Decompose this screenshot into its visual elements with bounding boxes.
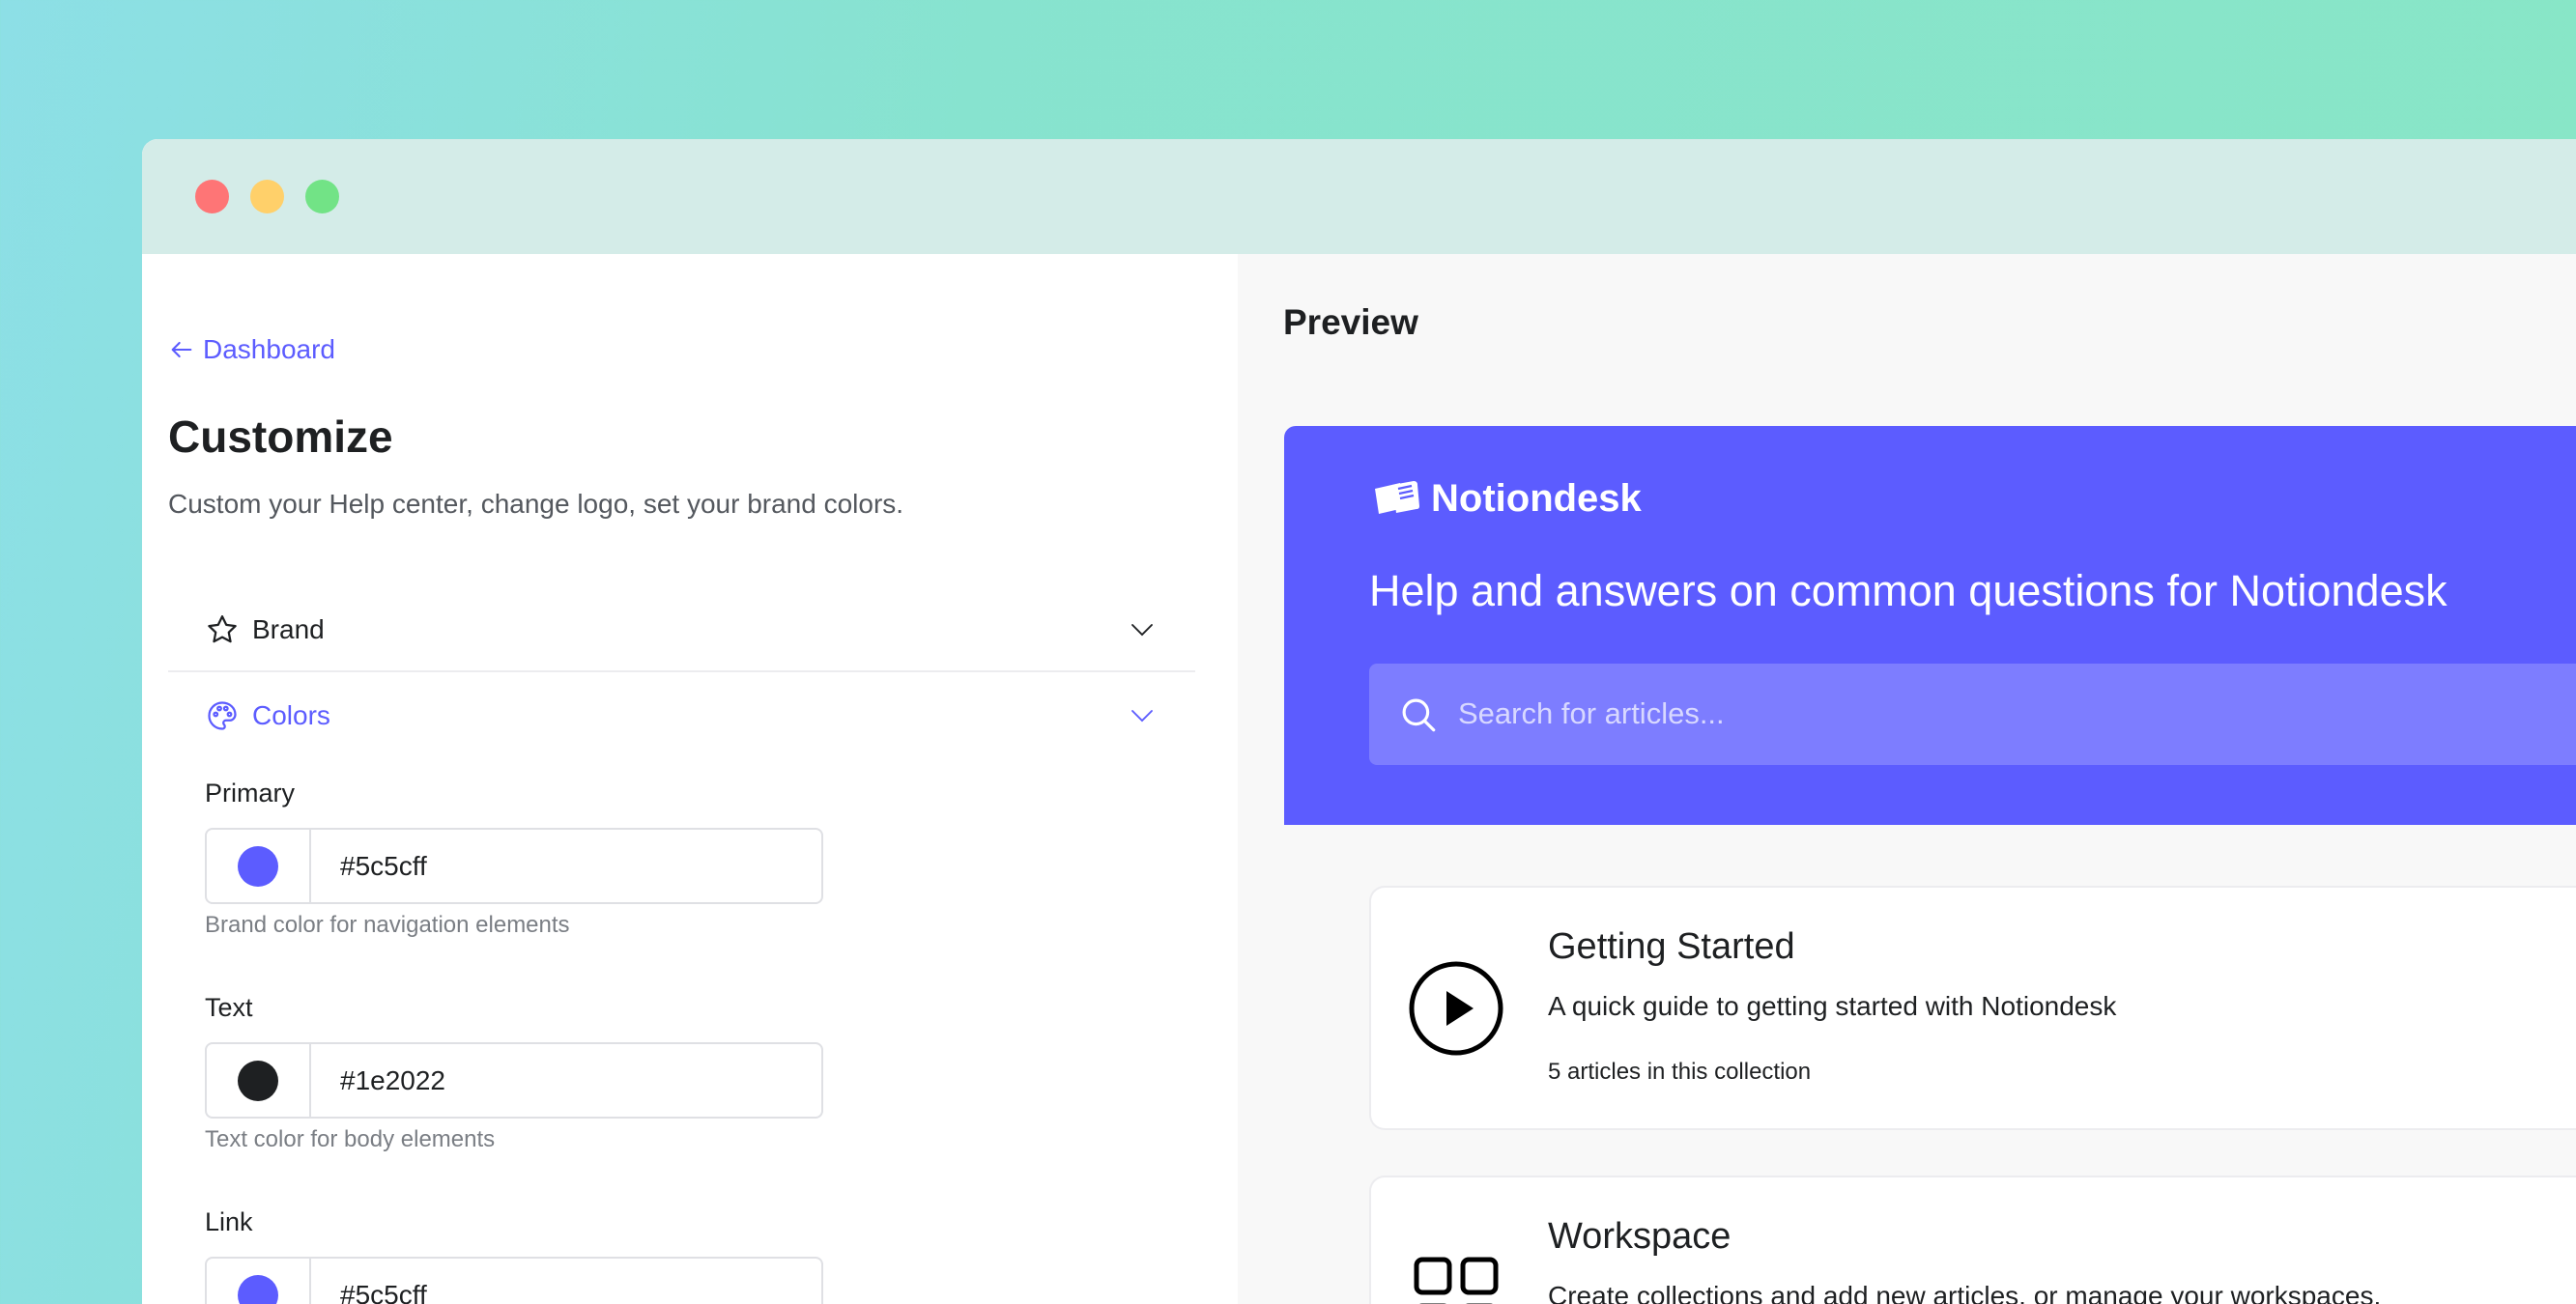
palette-icon: [208, 701, 237, 730]
preview-logo: Notiondesk: [1371, 477, 1642, 521]
search-icon: [1402, 698, 1436, 732]
colors-section-toggle[interactable]: Colors: [168, 674, 1195, 757]
text-color-swatch: [238, 1060, 278, 1101]
text-color-swatch-button[interactable]: [207, 1044, 311, 1117]
page-title: Customize: [168, 411, 393, 462]
primary-color-input[interactable]: #5c5cff: [311, 830, 427, 902]
text-color-help: Text color for body elements: [205, 1126, 496, 1152]
text-color-input[interactable]: #1e2022: [311, 1044, 445, 1117]
link-color-field[interactable]: #5c5cff: [205, 1257, 823, 1304]
primary-color-label: Primary: [205, 779, 295, 808]
chevron-down-icon: [1131, 624, 1153, 637]
preview-label: Preview: [1283, 302, 1418, 342]
brand-section-label: Brand: [252, 614, 325, 644]
chevron-down-icon: [1131, 710, 1153, 723]
primary-color-field[interactable]: #5c5cff: [205, 828, 823, 904]
play-circle-icon: [1409, 961, 1503, 1056]
collection-description: A quick guide to getting started with No…: [1548, 991, 2117, 1021]
brand-section-toggle[interactable]: Brand: [168, 589, 1195, 672]
star-icon: [208, 615, 237, 643]
page-subtitle: Custom your Help center, change logo, se…: [168, 489, 904, 519]
collection-description: Create collections and add new articles,…: [1548, 1281, 2382, 1304]
colors-section-label: Colors: [252, 700, 330, 730]
primary-color-swatch: [238, 845, 278, 887]
text-color-label: Text: [205, 993, 253, 1022]
link-color-swatch-button[interactable]: [207, 1259, 311, 1304]
book-icon: [1375, 480, 1419, 514]
link-color-input[interactable]: #5c5cff: [311, 1259, 427, 1304]
back-link-label: Dashboard: [203, 334, 335, 364]
arrow-left-icon: [171, 341, 192, 358]
collection-card-workspace[interactable]: Workspace Create collections and add new…: [1369, 1176, 2576, 1304]
collection-article-count: 5 articles in this collection: [1548, 1059, 1812, 1085]
primary-color-swatch-button[interactable]: [207, 830, 311, 902]
primary-color-help: Brand color for navigation elements: [205, 912, 570, 938]
preview-brand-name: Notiondesk: [1431, 477, 1642, 520]
text-color-field[interactable]: #1e2022: [205, 1042, 823, 1119]
link-color-swatch: [238, 1274, 278, 1304]
preview-heading: Help and answers on common questions for…: [1369, 566, 2447, 615]
search-placeholder: Search for articles...: [1458, 696, 1725, 730]
link-color-label: Link: [205, 1207, 253, 1236]
collection-title: Workspace: [1548, 1216, 1732, 1257]
grid-icon: [1414, 1257, 1499, 1304]
collection-title: Getting Started: [1548, 926, 1795, 967]
preview-search-bar[interactable]: Search for articles...: [1369, 664, 2576, 765]
settings-content: Dashboard Customize Custom your Help cen…: [142, 0, 1238, 1304]
collection-card-getting-started[interactable]: Getting Started A quick guide to getting…: [1369, 886, 2576, 1130]
back-to-dashboard-link[interactable]: Dashboard: [168, 334, 335, 365]
